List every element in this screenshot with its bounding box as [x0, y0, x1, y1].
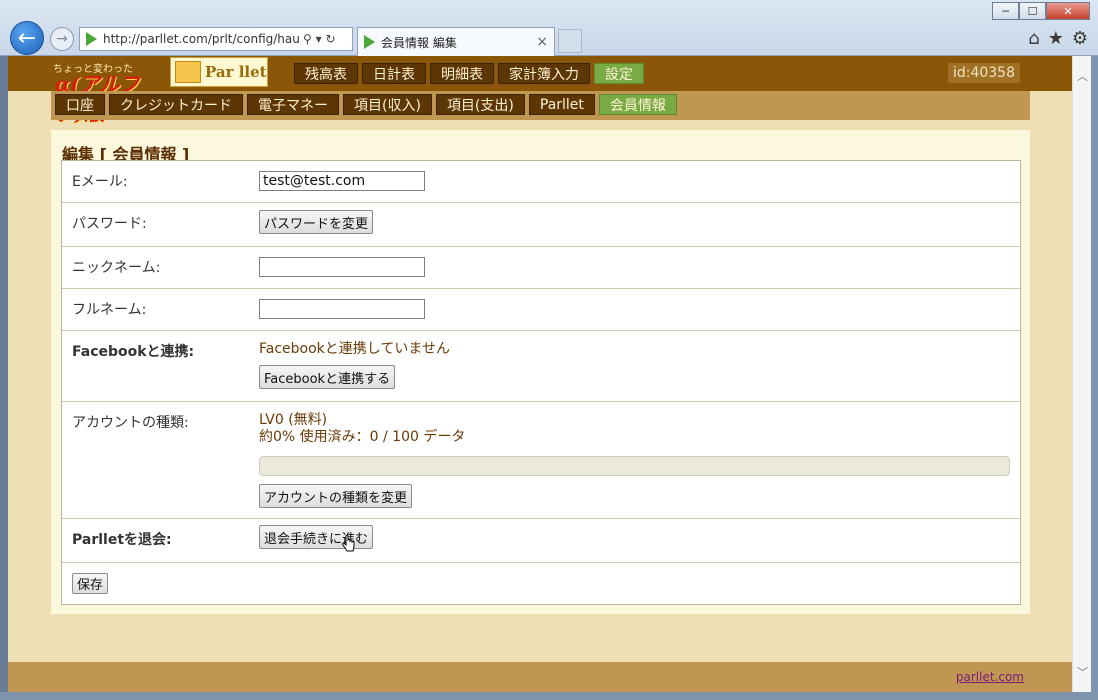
page-icon — [86, 32, 97, 46]
password-row: パスワード: パスワードを変更 — [62, 203, 1020, 247]
user-id-badge: id:40358 — [947, 63, 1020, 83]
scroll-down-icon[interactable]: ﹀ — [1077, 664, 1088, 680]
back-arrow-icon: ← — [17, 25, 37, 51]
subnav-credit-cards[interactable]: クレジットカード — [109, 94, 243, 115]
nickname-label: ニックネーム: — [72, 260, 161, 276]
favorites-star-icon[interactable]: ★ — [1048, 28, 1064, 49]
hand-cursor-icon — [342, 535, 355, 552]
close-window-button[interactable]: ✕ — [1046, 2, 1090, 20]
subnav-income-items[interactable]: 項目(収入) — [343, 94, 432, 115]
settings-gear-icon[interactable]: ⚙ — [1072, 28, 1088, 49]
facebook-label: Facebookと連携: — [72, 344, 195, 360]
nav-entry[interactable]: 家計簿入力 — [498, 63, 590, 84]
nickname-row: ニックネーム: — [62, 247, 1020, 289]
content-panel: 編集 [ 会員情報 ] Eメール: パスワード: パスワードを変更 ニックネーム… — [51, 130, 1030, 614]
change-account-type-button[interactable]: アカウントの種類を変更 — [259, 484, 413, 508]
maximize-button[interactable]: ☐ — [1019, 2, 1046, 20]
withdraw-button[interactable]: 退会手続きに進む — [259, 525, 374, 549]
scroll-up-icon[interactable]: ︿ — [1077, 68, 1088, 84]
facebook-row: Facebookと連携: Facebookと連携していません Facebookと… — [62, 331, 1020, 402]
page-viewport: ちょっと変わった α(アルファ)版 Par llet 残高表 日計表 明細表 家… — [8, 56, 1072, 692]
password-label: パスワード: — [72, 216, 147, 232]
forward-arrow-icon: → — [56, 31, 68, 47]
change-password-button[interactable]: パスワードを変更 — [259, 210, 374, 234]
usage-progress-bar — [259, 456, 1010, 476]
account-type-row: アカウントの種類: LV0 (無料) 約0% 使用済み：0 / 100 データ … — [62, 402, 1020, 519]
settings-subnav: 口座 クレジットカード 電子マネー 項目(収入) 項目(支出) Parllet … — [55, 94, 677, 115]
nav-balance[interactable]: 残高表 — [294, 63, 358, 84]
home-icon[interactable]: ⌂ — [1028, 28, 1039, 49]
site-footer: parllet.com — [8, 662, 1072, 692]
nickname-field[interactable] — [259, 257, 425, 277]
subnav-e-money[interactable]: 電子マネー — [247, 94, 339, 115]
nav-settings[interactable]: 設定 — [594, 63, 644, 84]
withdraw-label: Parlletを退会: — [72, 532, 172, 548]
fullname-row: フルネーム: — [62, 289, 1020, 331]
parllet-logo[interactable]: Par llet — [170, 57, 268, 87]
fullname-field[interactable] — [259, 299, 425, 319]
facebook-link-button[interactable]: Facebookと連携する — [259, 365, 396, 389]
nav-daily[interactable]: 日計表 — [362, 63, 426, 84]
save-row: 保存 — [62, 563, 1020, 604]
member-form: Eメール: パスワード: パスワードを変更 ニックネーム: フルネーム: Fac… — [61, 160, 1021, 605]
email-label: Eメール: — [72, 174, 128, 190]
account-usage: 約0% 使用済み：0 / 100 データ — [259, 429, 466, 445]
tab-active[interactable]: 会員情報 編集 × — [357, 27, 555, 56]
tab-title: 会員情報 編集 — [381, 35, 457, 50]
parllet-logo-mark-icon — [175, 61, 201, 83]
address-tools-icon[interactable]: ⚲ ▾ ↻ — [303, 32, 336, 46]
fullname-label: フルネーム: — [72, 302, 147, 318]
minimize-button[interactable]: ─ — [992, 2, 1019, 20]
subnav-accounts[interactable]: 口座 — [55, 94, 105, 115]
site-header: ちょっと変わった α(アルファ)版 Par llet 残高表 日計表 明細表 家… — [8, 56, 1072, 125]
forward-button[interactable]: → — [50, 27, 74, 51]
facebook-status: Facebookと連携していません — [259, 341, 450, 357]
back-button[interactable]: ← — [10, 21, 44, 55]
address-bar[interactable]: http://parllet.com/prlt/config/hau ⚲ ▾ ↻ — [79, 27, 353, 51]
settings-subnav-bar: 口座 クレジットカード 電子マネー 項目(収入) 項目(支出) Parllet … — [51, 91, 1030, 120]
window-frame-right — [1091, 56, 1098, 700]
tab-page-icon — [364, 35, 375, 49]
withdraw-row: Parlletを退会: 退会手続きに進む — [62, 519, 1020, 563]
browser-chrome: ─ ☐ ✕ ← → http://parllet.com/prlt/config… — [0, 0, 1098, 56]
browser-tools: ⌂ ★ ⚙ — [1028, 28, 1088, 49]
site-logo[interactable]: ちょっと変わった α(アルファ)版 — [53, 58, 163, 125]
tab-close-icon[interactable]: × — [536, 34, 548, 50]
subnav-parllet[interactable]: Parllet — [528, 94, 595, 115]
page-scrollbar[interactable]: ︿ ﹀ — [1072, 56, 1091, 692]
url-text[interactable]: http://parllet.com/prlt/config/hau — [103, 32, 299, 46]
new-tab-button[interactable] — [558, 29, 582, 53]
main-nav: 残高表 日計表 明細表 家計簿入力 設定 — [294, 63, 644, 84]
footer-link[interactable]: parllet.com — [956, 670, 1024, 684]
email-row: Eメール: — [62, 161, 1020, 203]
account-type-label: アカウントの種類: — [72, 415, 189, 431]
save-button[interactable]: 保存 — [72, 573, 109, 594]
subnav-expense-items[interactable]: 項目(支出) — [435, 94, 525, 115]
window-controls: ─ ☐ ✕ — [992, 2, 1090, 20]
window-frame-bottom — [0, 692, 1098, 700]
subnav-member-info[interactable]: 会員情報 — [598, 94, 677, 115]
nav-details[interactable]: 明細表 — [430, 63, 494, 84]
parllet-logo-text: Par llet — [205, 63, 267, 81]
email-field[interactable] — [259, 171, 425, 191]
account-level: LV0 (無料) — [259, 412, 328, 428]
